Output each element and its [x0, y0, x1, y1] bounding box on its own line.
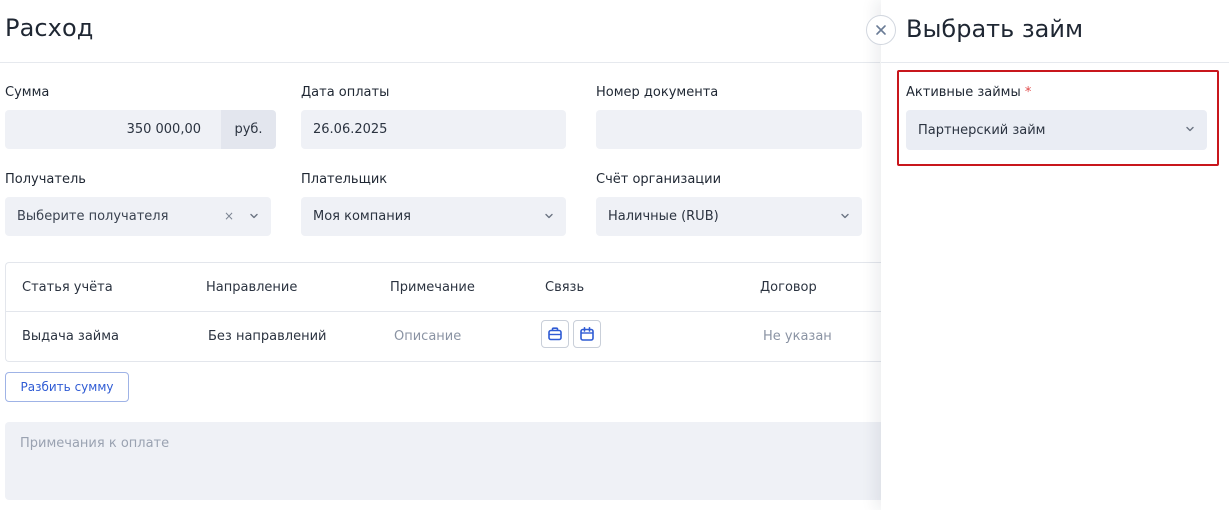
chevron-down-icon [250, 213, 258, 219]
required-mark: * [1024, 85, 1032, 100]
payer-select[interactable]: Моя компания [301, 197, 566, 236]
table-header-article: Статья учёта [22, 280, 113, 295]
split-amount-button[interactable]: Разбить сумму [5, 372, 129, 402]
row-contract[interactable]: Не указан [763, 329, 832, 344]
notes-placeholder: Примечания к оплате [20, 436, 170, 451]
accounting-table: Статья учёта Направление Примечание Связ… [5, 262, 885, 362]
payment-date-value: 26.06.2025 [313, 122, 388, 137]
expense-form: Расход Сумма 350 000,00 руб. Дата оплаты… [0, 0, 885, 510]
amount-label: Сумма [5, 85, 50, 100]
payment-date-label: Дата оплаты [301, 85, 390, 100]
chevron-down-icon [841, 213, 849, 219]
recipient-label: Получатель [5, 172, 86, 187]
amount-field[interactable]: 350 000,00 руб. [5, 110, 276, 149]
active-loans-label-text: Активные займы [906, 85, 1021, 100]
currency-unit: руб. [221, 110, 276, 149]
divider [0, 62, 880, 63]
recipient-select[interactable]: Выберите получателя × [5, 197, 271, 236]
amount-value: 350 000,00 [126, 122, 201, 137]
divider [881, 62, 1229, 63]
doc-number-label: Номер документа [596, 85, 719, 100]
select-loan-panel: Выбрать займ Активные займы * Партнерски… [881, 0, 1229, 510]
calendar-button[interactable] [573, 320, 601, 348]
table-header-direction: Направление [206, 280, 298, 295]
row-direction[interactable]: Без направлений [208, 329, 327, 344]
calendar-icon [580, 326, 594, 341]
clear-icon[interactable]: × [224, 209, 234, 223]
divider [6, 311, 885, 312]
chevron-down-icon [545, 213, 553, 219]
panel-title: Выбрать займ [906, 15, 1084, 43]
briefcase-button[interactable] [541, 320, 569, 348]
page: Расход Сумма 350 000,00 руб. Дата оплаты… [0, 0, 1229, 510]
doc-number-field[interactable] [596, 110, 862, 149]
payment-notes-textarea[interactable]: Примечания к оплате [5, 422, 885, 500]
recipient-placeholder: Выберите получателя [17, 209, 169, 224]
payment-date-field[interactable]: 26.06.2025 [301, 110, 566, 149]
table-header-contract: Договор [760, 280, 817, 295]
table-header-note: Примечание [390, 280, 475, 295]
close-icon [876, 25, 886, 35]
row-note-input[interactable]: Описание [394, 329, 461, 344]
chevron-down-icon [1186, 126, 1194, 132]
payer-label: Плательщик [301, 172, 388, 187]
payer-value: Моя компания [313, 209, 411, 224]
account-label: Счёт организации [596, 172, 722, 187]
account-value: Наличные (RUB) [608, 209, 719, 224]
briefcase-icon [548, 327, 562, 341]
active-loans-label: Активные займы * [906, 85, 1031, 100]
account-select[interactable]: Наличные (RUB) [596, 197, 862, 236]
table-header-link: Связь [545, 280, 585, 295]
active-loans-select[interactable]: Партнерский займ [906, 110, 1207, 150]
page-title: Расход [5, 14, 94, 42]
active-loans-value: Партнерский займ [918, 122, 1046, 138]
row-article: Выдача займа [22, 329, 120, 344]
close-panel-button[interactable] [866, 15, 896, 45]
